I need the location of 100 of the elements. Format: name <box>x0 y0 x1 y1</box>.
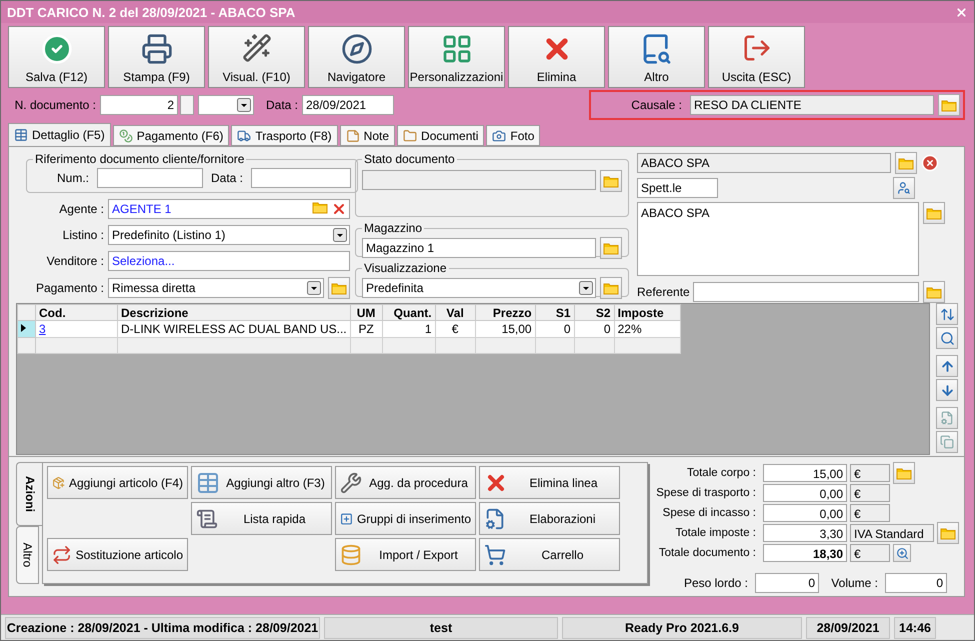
folder-icon <box>926 206 942 220</box>
toolbar-button[interactable]: Navigatore <box>308 26 405 88</box>
resize-button[interactable] <box>936 303 958 325</box>
tab[interactable]: Foto <box>486 125 540 146</box>
toolbar-button[interactable]: Personalizzazioni <box>408 26 505 88</box>
folder-button[interactable] <box>600 277 622 299</box>
warehouse-field[interactable]: Magazzino 1 <box>362 238 596 258</box>
dropdown-button[interactable] <box>579 281 593 295</box>
action-button[interactable]: Sostituzione articolo <box>47 538 188 571</box>
folder-button[interactable] <box>923 281 945 303</box>
exit-icon <box>742 33 772 63</box>
seller-field[interactable]: Seleziona... <box>108 251 350 271</box>
tab[interactable]: Pagamento (F6) <box>112 125 230 146</box>
status-field[interactable] <box>362 170 596 190</box>
date-field[interactable] <box>251 168 351 188</box>
arrow-down-icon <box>940 382 954 398</box>
toolbar-button[interactable]: Elimina <box>508 26 605 88</box>
unit-field[interactable]: € <box>850 464 890 482</box>
action-button[interactable]: Aggiungi articolo (F4) <box>47 466 188 499</box>
tab[interactable]: Trasporto (F8) <box>231 125 338 146</box>
unit-field[interactable]: € <box>850 544 890 562</box>
contact-field[interactable] <box>693 282 919 302</box>
grid-icon <box>440 33 472 65</box>
action-button[interactable]: Agg. da procedura <box>335 466 476 499</box>
folder-button[interactable] <box>923 202 945 224</box>
folder-button[interactable] <box>893 462 915 484</box>
customer-name-field[interactable]: ABACO SPA <box>637 153 891 173</box>
total-field[interactable]: 3,30 <box>763 524 847 542</box>
dropdown-button[interactable] <box>333 228 347 242</box>
action-button[interactable]: Import / Export <box>335 538 476 571</box>
action-button[interactable]: Lista rapida <box>191 502 332 535</box>
field-label: Data : <box>264 98 299 112</box>
series-select[interactable] <box>198 95 254 115</box>
field-label: Pagamento : <box>34 281 105 295</box>
unit-field[interactable]: IVA Standard <box>850 524 934 542</box>
zoom-button[interactable] <box>893 544 911 562</box>
toolbar-button[interactable]: Uscita (ESC) <box>708 26 805 88</box>
payment-select[interactable]: Rimessa diretta <box>108 278 324 298</box>
document-number-field[interactable]: 2 <box>100 95 178 115</box>
number-field[interactable]: 0 <box>755 573 819 593</box>
copy-button[interactable] <box>936 431 958 453</box>
action-button[interactable]: Carrello <box>479 538 620 571</box>
compass-icon <box>340 33 372 65</box>
price-list-select[interactable]: Predefinito (Listino 1) <box>108 225 350 245</box>
unit-field[interactable]: € <box>850 484 890 502</box>
folder-button[interactable] <box>600 170 622 192</box>
agent-field[interactable]: AGENTE 1 <box>108 199 350 219</box>
action-button[interactable]: Gruppi di inserimento <box>335 502 476 535</box>
tab[interactable]: Dettaglio (F5) <box>8 123 111 146</box>
toolbar-button[interactable]: Altro <box>608 26 705 88</box>
toolbar-button[interactable]: Stampa (F9) <box>108 26 205 88</box>
tab[interactable]: Documenti <box>397 125 484 146</box>
number-field[interactable]: 0 <box>885 573 947 593</box>
table-cell: 0 <box>574 320 614 338</box>
folder-button[interactable] <box>937 522 959 544</box>
salutation-field[interactable]: Spett.le <box>637 178 718 198</box>
move-down-button[interactable] <box>936 379 958 401</box>
camera-icon <box>492 128 506 142</box>
date-field[interactable]: 28/09/2021 <box>302 95 394 115</box>
folder-button[interactable] <box>328 277 350 299</box>
total-field[interactable]: 0,00 <box>763 484 847 502</box>
table-cell: D-LINK WIRELESS AC DUAL BAND US... <box>118 320 350 338</box>
total-field[interactable]: 18,30 <box>763 544 847 562</box>
folder-icon <box>926 286 942 298</box>
move-up-button[interactable] <box>936 355 958 377</box>
causale-field[interactable]: RESO DA CLIENTE <box>690 95 934 115</box>
folder-icon <box>940 526 956 540</box>
view-select[interactable]: Predefinita <box>362 278 596 298</box>
folder-icon <box>898 156 914 170</box>
total-field[interactable]: 0,00 <box>763 504 847 522</box>
close-icon[interactable] <box>955 6 968 18</box>
unit-field[interactable]: € <box>850 504 890 522</box>
number-field[interactable] <box>97 168 203 188</box>
action-button[interactable]: Aggiungi altro (F3) <box>191 466 332 499</box>
total-field[interactable]: 15,00 <box>763 464 847 482</box>
column-header: S2 <box>574 304 614 320</box>
folder-button[interactable] <box>938 94 960 116</box>
remove-icon[interactable] <box>921 154 939 172</box>
settings-button[interactable] <box>936 407 958 429</box>
action-button[interactable]: Elaborazioni <box>479 502 620 535</box>
action-button[interactable]: Elimina linea <box>479 466 620 499</box>
search-button[interactable] <box>893 177 915 199</box>
dropdown-button[interactable] <box>307 281 321 295</box>
folder-icon <box>603 174 619 188</box>
tab[interactable]: Altro <box>16 526 39 584</box>
dropdown-button[interactable] <box>237 98 251 112</box>
search-icon <box>940 330 954 346</box>
address-field[interactable]: ABACO SPA <box>637 202 919 276</box>
tab[interactable]: Azioni <box>16 462 42 526</box>
tab[interactable]: Note <box>340 125 396 146</box>
code-link[interactable]: 3 <box>39 322 46 336</box>
folder-button[interactable] <box>600 237 622 259</box>
small-field[interactable] <box>180 95 194 115</box>
clear-icon[interactable] <box>331 201 347 217</box>
toolbar-button[interactable]: Visual. (F10) <box>208 26 305 88</box>
toolbar-button[interactable]: Salva (F12) <box>8 26 105 88</box>
search-button[interactable] <box>936 327 958 349</box>
column-header: Descrizione <box>118 304 350 320</box>
folder-button[interactable] <box>895 152 917 174</box>
book-search-icon <box>640 33 672 65</box>
